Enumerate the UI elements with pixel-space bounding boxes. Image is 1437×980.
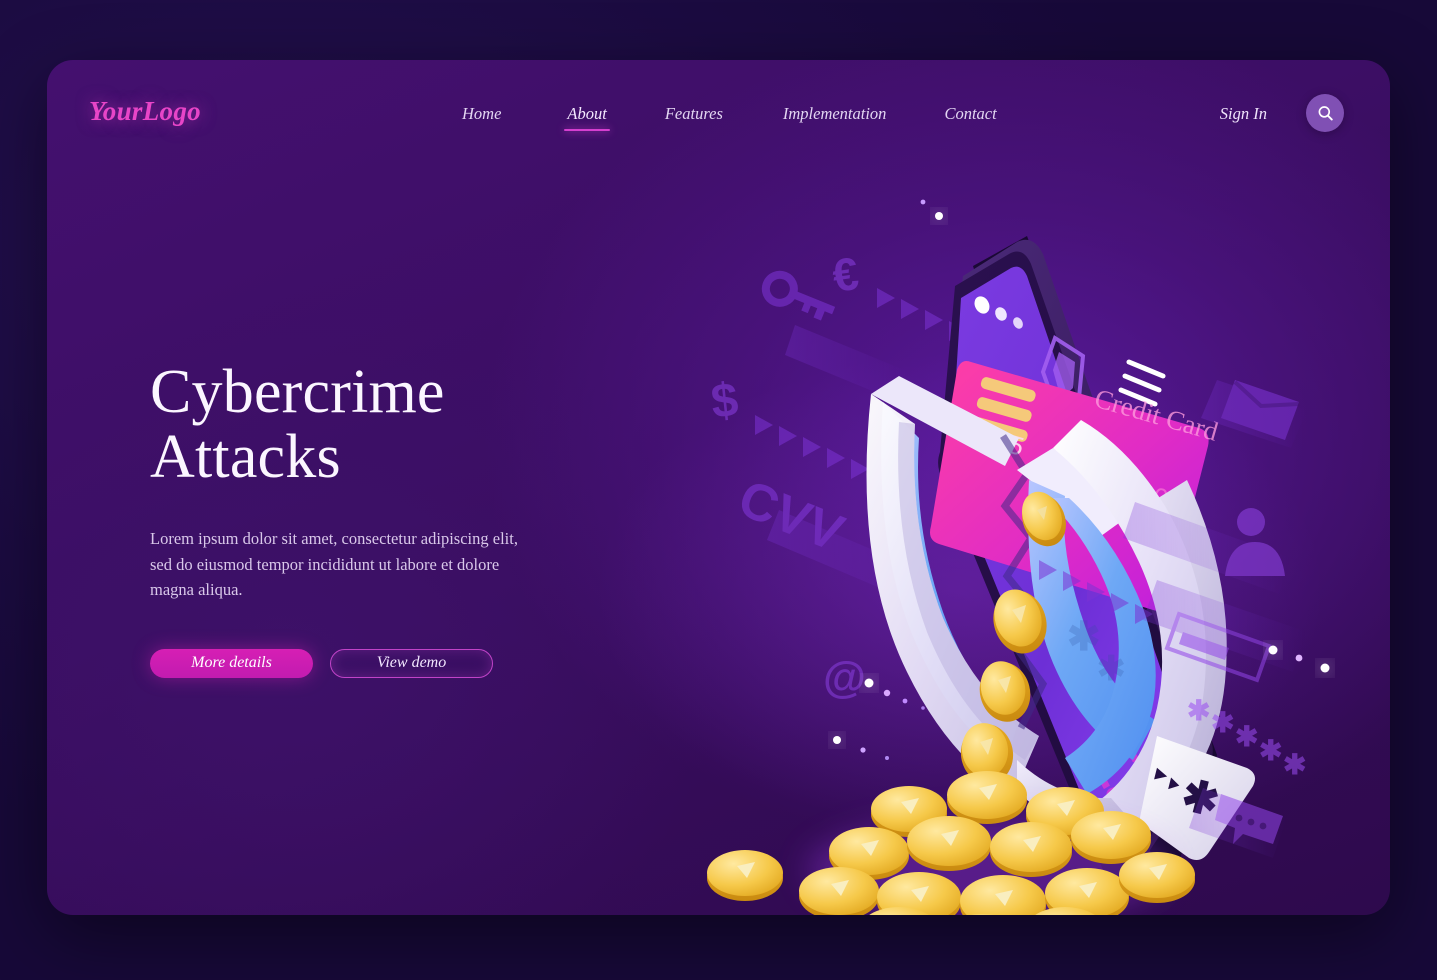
hero-copy: Cybercrime Attacks Lorem ipsum dolor sit… (150, 358, 620, 678)
svg-text:✱: ✱ (1283, 749, 1306, 780)
view-demo-button[interactable]: View demo (330, 648, 493, 678)
svg-text:✱: ✱ (1097, 650, 1126, 688)
main-nav: Home About Features Implementation Conta… (462, 104, 997, 131)
nav-item-about[interactable]: About (564, 104, 611, 131)
svg-text:€: € (829, 247, 862, 302)
arrow-trail-dollar (755, 415, 869, 479)
page-title: Cybercrime Attacks (150, 358, 620, 492)
hero-actions: More details View demo (150, 648, 620, 678)
svg-text:✱: ✱ (1235, 721, 1258, 752)
search-icon (1318, 105, 1333, 120)
svg-text:✱: ✱ (1259, 735, 1282, 766)
nav-item-features[interactable]: Features (665, 104, 723, 131)
stray-coin (707, 850, 783, 901)
brand-logo[interactable]: YourLogo (89, 96, 201, 127)
euro-sign-icon: € (829, 247, 862, 302)
nav-item-contact[interactable]: Contact (944, 104, 996, 131)
title-line-1: Cybercrime (150, 358, 445, 426)
at-sign-icon: @ (823, 653, 866, 702)
site-header: YourLogo Home About Features Implementat… (47, 60, 1390, 170)
hero-paragraph: Lorem ipsum dolor sit amet, consectetur … (150, 529, 518, 600)
cybercrime-isometric-svg: € $ CVV @ Credit Card ✱ ✱ ✱ ✱ ✱ ✱ ✱ (707, 199, 1330, 915)
dollar-sign-icon: $ (709, 373, 741, 429)
svg-text:@: @ (823, 653, 866, 702)
hero-illustration: € $ CVV @ Credit Card ✱ ✱ ✱ ✱ ✱ ✱ ✱ (687, 180, 1390, 915)
envelope-icon (1201, 380, 1307, 448)
search-button[interactable] (1306, 94, 1344, 132)
more-details-button[interactable]: More details (150, 648, 313, 678)
page-root: YourLogo Home About Features Implementat… (0, 0, 1437, 980)
svg-text:$: $ (709, 373, 741, 429)
title-line-2: Attacks (150, 423, 341, 492)
nav-item-home[interactable]: Home (462, 104, 501, 131)
hero-card: YourLogo Home About Features Implementat… (47, 60, 1390, 915)
svg-text:✱: ✱ (1211, 707, 1234, 738)
svg-text:✱: ✱ (1067, 615, 1101, 659)
svg-text:✱: ✱ (1187, 695, 1210, 726)
sign-in-link[interactable]: Sign In (1220, 104, 1267, 124)
nav-item-implementation[interactable]: Implementation (783, 104, 887, 131)
